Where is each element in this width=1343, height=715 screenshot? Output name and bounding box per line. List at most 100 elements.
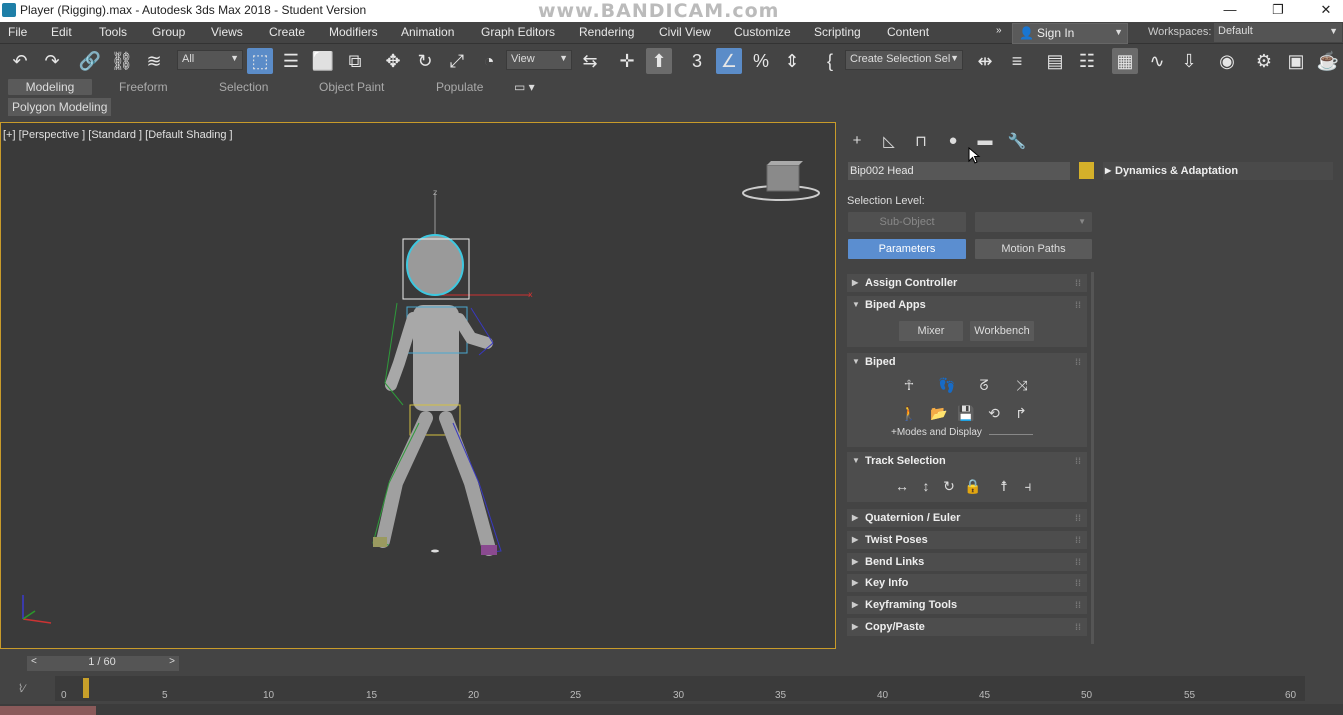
lock-cog-icon[interactable]: 🔒 [963, 476, 983, 496]
track-selection-header[interactable]: ▼ Track Selection ⁞⁞ [847, 452, 1087, 470]
object-color-swatch[interactable] [1079, 162, 1094, 179]
menu-scripting[interactable]: Scripting [814, 25, 861, 39]
select-manipulate-icon[interactable]: ✛ [614, 48, 640, 74]
twist-poses-rollout[interactable]: ▶ Twist Poses ⁞⁞ [847, 531, 1087, 549]
align-icon[interactable]: ≡ [1004, 48, 1030, 74]
selection-filter-select[interactable]: All ▼ [177, 50, 243, 70]
dynamics-adaptation-rollout[interactable]: ▶ Dynamics & Adaptation [1103, 162, 1333, 180]
copy-paste-rollout[interactable]: ▶ Copy/Paste ⁞⁞ [847, 618, 1087, 636]
sub-object-select[interactable]: ▼ [975, 212, 1092, 232]
mixer-mode-icon[interactable]: ⤨ [1012, 375, 1032, 395]
bend-links-rollout[interactable]: ▶ Bend Links ⁞⁞ [847, 553, 1087, 571]
menu-rendering[interactable]: Rendering [579, 25, 634, 39]
menu-edit[interactable]: Edit [51, 25, 72, 39]
mixer-button[interactable]: Mixer [899, 321, 963, 341]
footstep-mode-icon[interactable]: 👣 [937, 375, 957, 395]
render-setup-icon[interactable]: ⚙ [1251, 48, 1277, 74]
object-name-field[interactable]: Bip002 Head [848, 162, 1070, 180]
time-marker[interactable] [83, 678, 89, 698]
angle-snap-icon[interactable]: ∠ [716, 48, 742, 74]
assign-controller-rollout[interactable]: ▶ Assign Controller ⁞⁞ [847, 274, 1087, 292]
render-production-icon[interactable]: ☕ [1315, 48, 1341, 74]
save-file-icon[interactable]: 💾 [956, 403, 976, 423]
ribbon-options-icon[interactable]: ▭ ▾ [514, 80, 535, 94]
reference-coordinate-select[interactable]: View ▼ [506, 50, 572, 70]
sub-object-button[interactable]: Sub-Object [848, 212, 966, 232]
menu-group[interactable]: Group [152, 25, 185, 39]
undo-icon[interactable]: ↶ [7, 48, 33, 74]
motion-tab-icon[interactable]: ● [941, 132, 965, 149]
viewport-scene[interactable]: z x [1, 123, 835, 648]
menu-modifiers[interactable]: Modifiers [329, 25, 378, 39]
tab-populate[interactable]: Populate [436, 80, 483, 94]
curve-editor-icon[interactable]: ∿ [1144, 48, 1170, 74]
symmetrical-icon[interactable]: ☨ [994, 476, 1014, 496]
menu-create[interactable]: Create [269, 25, 305, 39]
minimize-icon[interactable]: — [1218, 2, 1242, 18]
link-icon[interactable]: 🔗 [77, 48, 103, 74]
time-slider[interactable]: < 1 / 60 > [27, 656, 179, 671]
body-horizontal-icon[interactable]: ↔ [892, 476, 912, 496]
tab-object-paint[interactable]: Object Paint [319, 80, 384, 94]
bind-space-warp-icon[interactable]: ≋ [141, 48, 167, 74]
rotate-icon[interactable]: ↻ [412, 48, 438, 74]
layer-explorer-icon[interactable]: ☷ [1074, 48, 1100, 74]
menu-animation[interactable]: Animation [401, 25, 454, 39]
unlink-icon[interactable]: ⛓ [109, 48, 135, 74]
utilities-tab-icon[interactable]: 🔧 [1005, 132, 1029, 150]
menu-customize[interactable]: Customize [734, 25, 791, 39]
scale-icon[interactable]: ⤢ [444, 48, 470, 74]
curve-toggle-icon[interactable]: ⌇∕ [18, 682, 25, 695]
menu-tools[interactable]: Tools [99, 25, 127, 39]
edit-named-selection-icon[interactable]: { [817, 48, 843, 74]
biped-header[interactable]: ▼ Biped ⁞⁞ [847, 353, 1087, 371]
create-tab-icon[interactable]: + [845, 132, 869, 149]
select-object-icon[interactable]: ⬚ [247, 48, 273, 74]
schematic-view-icon[interactable]: ⇩ [1176, 48, 1202, 74]
place-icon[interactable]: ◔ [476, 48, 502, 74]
menu-graph-editors[interactable]: Graph Editors [481, 25, 555, 39]
tab-freeform[interactable]: Freeform [119, 80, 168, 94]
modify-tab-icon[interactable]: ◺ [877, 132, 901, 150]
close-icon[interactable]: ✕ [1314, 2, 1338, 18]
material-editor-icon[interactable]: ◉ [1214, 48, 1240, 74]
rectangular-selection-icon[interactable]: ⬜ [310, 48, 336, 74]
redo-icon[interactable]: ↷ [39, 48, 65, 74]
workspaces-select[interactable]: Default ▼ [1214, 23, 1342, 42]
motion-paths-button[interactable]: Motion Paths [975, 239, 1092, 259]
opposite-icon[interactable]: ⫞ [1018, 476, 1038, 496]
move-icon[interactable]: ✥ [380, 48, 406, 74]
pivot-center-icon[interactable]: ⇆ [577, 48, 603, 74]
command-panel-scrollbar[interactable] [1091, 272, 1094, 644]
tab-selection[interactable]: Selection [219, 80, 268, 94]
figure-mode-icon[interactable]: ☥ [899, 375, 919, 395]
menu-overflow-icon[interactable]: » [996, 25, 1002, 36]
window-crossing-icon[interactable]: ⧉ [342, 48, 368, 74]
body-vertical-icon[interactable]: ↕ [916, 476, 936, 496]
named-selection-set-select[interactable]: Create Selection Sel ▼ [845, 50, 963, 70]
menu-views[interactable]: Views [211, 25, 243, 39]
next-frame-icon[interactable]: > [169, 656, 175, 667]
polygon-modeling-panel[interactable]: Polygon Modeling [8, 98, 112, 116]
mirror-icon[interactable]: ⇹ [972, 48, 998, 74]
menu-file[interactable]: File [8, 25, 27, 39]
rendered-frame-window-icon[interactable]: ▣ [1283, 48, 1309, 74]
quaternion-euler-rollout[interactable]: ▶ Quaternion / Euler ⁞⁞ [847, 509, 1087, 527]
snaps-toggle-icon[interactable]: 3 [684, 48, 710, 74]
restore-icon[interactable]: ❐ [1266, 2, 1290, 18]
percent-snap-icon[interactable]: % [748, 48, 774, 74]
scene-explorer-icon[interactable]: ▤ [1042, 48, 1068, 74]
sign-in-button[interactable]: 👤 Sign In ▼ [1012, 23, 1128, 44]
menu-content[interactable]: Content [887, 25, 929, 39]
parameters-button[interactable]: Parameters [848, 239, 966, 259]
keyboard-shortcut-override-icon[interactable]: ⬆ [646, 48, 672, 74]
biped-apps-header[interactable]: ▼ Biped Apps ⁞⁞ [847, 296, 1087, 314]
ribbon-toggle-icon[interactable]: ▦ [1112, 48, 1138, 74]
spinner-snap-icon[interactable]: ⇕ [779, 48, 805, 74]
convert-icon[interactable]: ⟲ [984, 403, 1004, 423]
hierarchy-tab-icon[interactable]: ⊓ [909, 132, 933, 150]
biped-playback-icon[interactable]: 🚶 [899, 403, 919, 423]
tab-modeling[interactable]: Modeling [8, 79, 92, 95]
select-by-name-icon[interactable]: ☰ [278, 48, 304, 74]
motion-flow-mode-icon[interactable]: ᘔ [974, 375, 994, 395]
